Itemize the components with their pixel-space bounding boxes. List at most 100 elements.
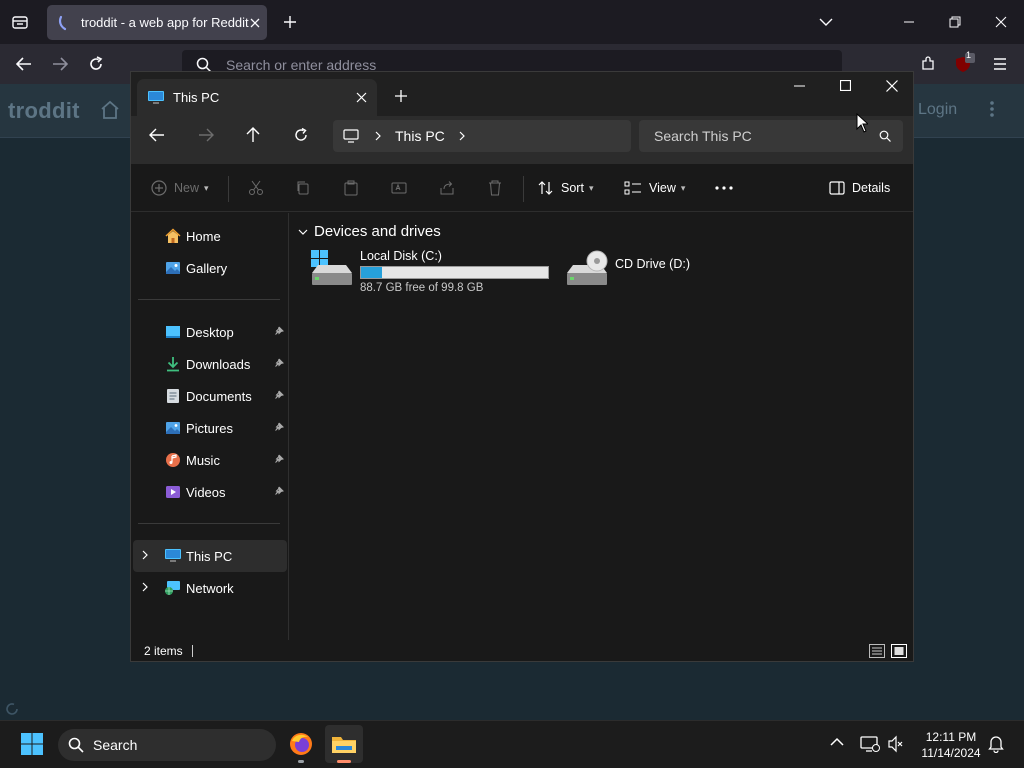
sidebar-item-music[interactable]: Music [133,444,287,476]
paste-button[interactable] [343,176,359,200]
browser-forward-icon[interactable] [48,52,72,76]
pin-icon[interactable] [274,486,284,496]
extensions-icon[interactable] [916,52,940,76]
clock-date: 11/14/2024 [921,746,981,760]
breadcrumb[interactable]: This PC [333,120,631,152]
troddit-more-icon[interactable] [989,100,995,118]
gallery-icon [164,259,182,277]
sidebar-item-pictures[interactable]: Pictures [133,412,287,444]
up-icon[interactable] [246,127,260,143]
group-header-label: Devices and drives [314,223,441,240]
cut-icon [248,180,264,196]
browser-close-icon[interactable] [989,10,1013,34]
troddit-home-icon[interactable] [100,100,120,120]
sort-button[interactable]: Sort ▾ [538,176,593,200]
sidebar-item-label: Documents [186,388,252,404]
forward-icon[interactable] [198,128,214,142]
navigation-pane: Home Gallery Desktop Downloads Documents… [131,213,289,640]
sidebar-item-desktop[interactable]: Desktop [133,316,287,348]
cut-button[interactable] [248,176,264,200]
group-header-devices[interactable]: Devices and drives [298,223,441,240]
troddit-logo[interactable]: troddit [8,98,80,124]
pin-icon[interactable] [274,326,284,336]
taskbar-clock[interactable]: 12:11 PM 11/14/2024 [916,729,986,761]
new-tab-icon[interactable] [395,90,407,102]
pin-icon[interactable] [274,358,284,368]
ublock-icon[interactable]: 1 [952,50,976,76]
browser-tab-bar: troddit - a web app for Reddit [0,0,1024,44]
details-pane-icon [829,181,845,195]
large-icons-view-icon[interactable] [891,644,907,658]
refresh-icon[interactable] [293,127,309,143]
browser-reload-icon[interactable] [84,52,108,76]
tab-list-icon[interactable] [8,10,32,34]
chevron-right-icon[interactable] [142,550,148,560]
mouse-cursor-icon [856,113,868,133]
more-options-button[interactable] [715,176,733,200]
more-icon [715,186,733,190]
pin-icon[interactable] [274,390,284,400]
troddit-login-link[interactable]: Login [918,101,957,119]
sidebar-item-documents[interactable]: Documents [133,380,287,412]
status-bar: 2 items [131,640,913,662]
troddit-favicon-icon [57,15,71,31]
minimize-icon[interactable] [794,85,806,87]
search-icon [879,130,891,142]
volume-muted-icon[interactable] [887,735,905,753]
chevron-down-icon: ▾ [680,182,686,193]
explorer-navigation-bar: This PC Search This PC [131,116,913,164]
drive-d[interactable]: CD Drive (D:) [565,249,690,289]
chevron-up-icon[interactable] [830,737,844,747]
taskbar-file-explorer[interactable] [325,725,363,763]
copy-button[interactable] [295,176,311,200]
explorer-tab-this-pc[interactable]: This PC [137,79,377,116]
rename-icon [391,180,407,196]
breadcrumb-this-pc[interactable]: This PC [395,128,445,144]
sidebar-item-this-pc[interactable]: This PC [133,540,287,572]
start-button[interactable] [13,725,51,763]
network-status-icon[interactable] [860,735,880,753]
chevron-right-icon[interactable] [375,131,381,141]
drive-name: CD Drive (D:) [615,257,690,271]
view-button[interactable]: View ▾ [624,176,685,200]
chevron-right-icon[interactable] [459,131,465,141]
view-label: View [649,181,676,195]
new-label: New [174,181,200,195]
browser-menu-icon[interactable] [988,52,1012,76]
sidebar-item-downloads[interactable]: Downloads [133,348,287,380]
share-button[interactable] [439,176,455,200]
browser-restore-icon[interactable] [943,10,967,34]
sidebar-item-gallery[interactable]: Gallery [133,252,287,284]
taskbar-search[interactable]: Search [58,729,276,761]
taskbar-firefox[interactable] [282,725,320,763]
sidebar-item-network[interactable]: Network [133,572,287,604]
chevron-down-icon[interactable] [298,229,308,235]
back-icon[interactable] [149,128,165,142]
sidebar-divider [138,299,280,300]
details-button[interactable]: Details [829,176,890,200]
browser-tab-troddit[interactable]: troddit - a web app for Reddit [47,5,267,40]
notification-bell-icon[interactable] [988,735,1004,753]
sidebar-item-home[interactable]: Home [133,220,287,252]
new-button[interactable]: New ▾ [151,176,209,200]
rename-button[interactable] [391,176,407,200]
delete-button[interactable] [487,176,503,200]
browser-minimize-icon[interactable] [897,10,921,34]
clock-time: 12:11 PM [925,730,977,744]
copy-icon [295,180,311,196]
sidebar-item-videos[interactable]: Videos [133,476,287,508]
close-tab-icon[interactable] [356,92,367,103]
this-pc-icon [164,547,182,565]
pin-icon[interactable] [274,422,284,432]
chevron-right-icon[interactable] [142,582,148,592]
new-tab-icon[interactable] [278,10,302,34]
close-window-icon[interactable] [886,80,898,92]
details-view-icon[interactable] [869,644,885,658]
close-tab-icon[interactable] [249,17,261,29]
pin-icon[interactable] [274,454,284,464]
sort-icon [538,180,554,196]
drive-c[interactable]: Local Disk (C:) 88.7 GB free of 99.8 GB [310,249,549,294]
browser-back-icon[interactable] [12,52,36,76]
maximize-icon[interactable] [840,80,851,91]
list-all-tabs-icon[interactable] [814,10,838,34]
